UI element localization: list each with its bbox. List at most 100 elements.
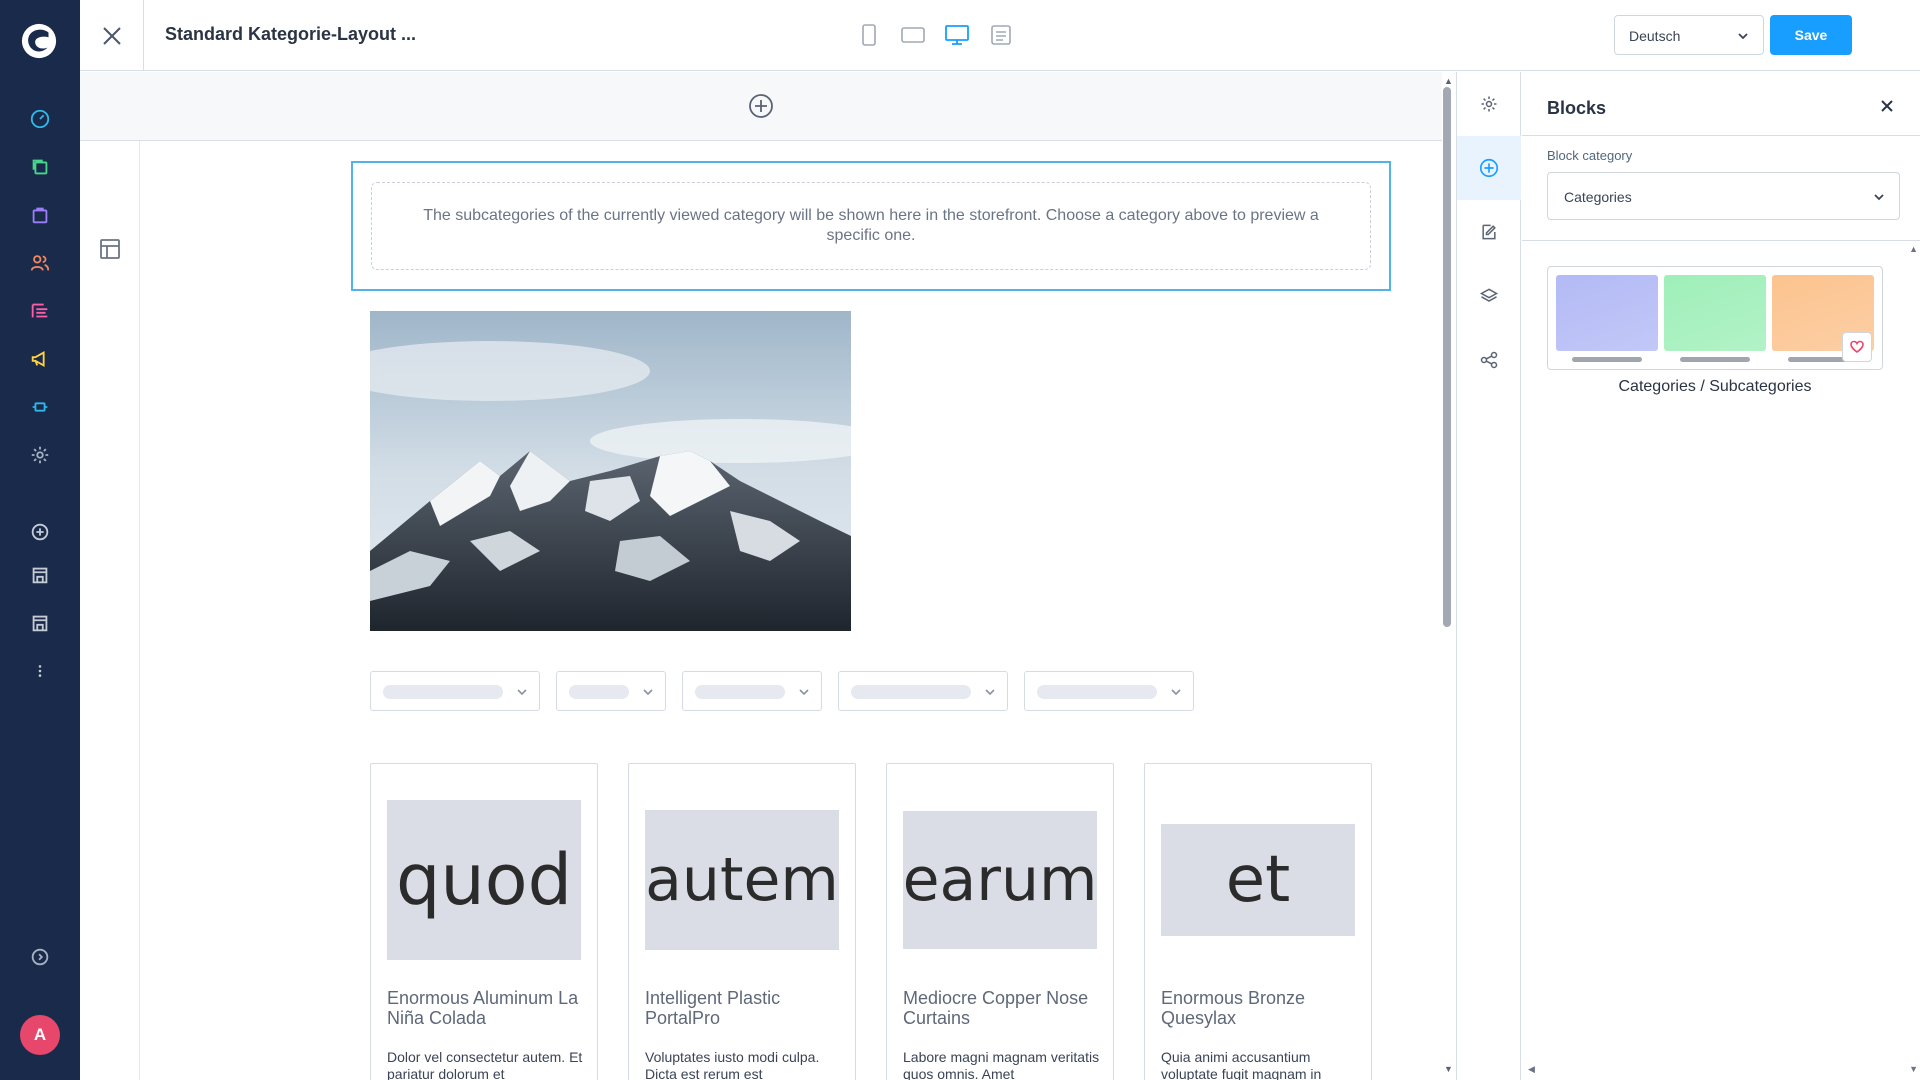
filter-dropdown[interactable] [838, 671, 1008, 711]
assignment-button[interactable] [1457, 328, 1521, 392]
product-description: Labore magni magnam veritatis quos omnis… [903, 1049, 1100, 1080]
storefront-icon[interactable] [27, 562, 53, 588]
orders-icon[interactable] [27, 202, 53, 228]
more-vertical-icon[interactable] [27, 658, 53, 684]
tablet-viewport-button[interactable] [899, 22, 927, 48]
section-gutter [80, 141, 140, 1080]
panel-divider [1522, 240, 1920, 241]
product-description: Dolor vel consectetur autem. Et pariatur… [387, 1049, 583, 1080]
language-value: Deutsch [1629, 28, 1681, 44]
filter-placeholder-bar [695, 685, 785, 699]
save-button[interactable]: Save [1770, 15, 1852, 55]
preview-bar [1572, 357, 1642, 362]
product-name: Enormous Bronze Quesylax [1161, 988, 1306, 1028]
block-name: Categories / Subcategories [1618, 378, 1812, 395]
form-icon [991, 25, 1011, 45]
blocks-panel: Blocks Block category Categories Categor… [1522, 72, 1920, 1080]
edit-icon [1482, 224, 1496, 240]
block-category-value: Categories [1564, 189, 1632, 205]
marketing-icon[interactable] [27, 346, 53, 372]
heart-icon [1850, 340, 1864, 354]
favorite-button[interactable] [1842, 332, 1872, 362]
settings-icon[interactable] [27, 442, 53, 468]
section-settings-icon[interactable] [98, 237, 122, 261]
panel-title: Blocks [1547, 98, 1607, 118]
filter-placeholder-bar [569, 685, 629, 699]
admin-sidebar: A [0, 0, 80, 1080]
block-preview-card[interactable] [1547, 266, 1883, 370]
layers-button[interactable] [1457, 264, 1521, 328]
form-viewport-button[interactable] [987, 22, 1015, 48]
mobile-icon [862, 24, 876, 46]
tablet-icon [901, 27, 925, 43]
chevron-down-icon [643, 689, 653, 696]
share-icon [1480, 351, 1498, 369]
product-description: Quia animi accusantium voluptate fugit m… [1161, 1049, 1322, 1080]
product-card[interactable]: earum Mediocre Copper Nose Curtains Labo… [886, 763, 1114, 1080]
scroll-down-arrow[interactable]: ▼ [1444, 1064, 1453, 1074]
chevron-down-icon [1874, 194, 1884, 201]
preview-bar [1680, 357, 1750, 362]
scroll-up-arrow[interactable]: ▲ [1909, 244, 1918, 254]
product-thumbnail: autem [645, 810, 839, 950]
add-section-bar [80, 72, 1442, 141]
product-name: Intelligent Plastic PortalPro [645, 988, 781, 1028]
scroll-down-arrow[interactable]: ▼ [1909, 1064, 1918, 1074]
headless-icon[interactable] [27, 610, 53, 636]
preview-tile [1556, 275, 1658, 351]
page-title: Standard Kategorie-Layout ... [165, 24, 417, 44]
product-listing: quod Enormous Aluminum La Niña Colada Do… [370, 763, 1372, 1080]
edit-content-button[interactable] [1457, 200, 1521, 264]
add-blocks-button[interactable] [1457, 136, 1521, 200]
shopware-logo-icon[interactable] [20, 22, 58, 60]
close-icon[interactable] [1880, 99, 1894, 113]
extensions-icon[interactable] [27, 394, 53, 420]
top-bar: Standard Kategorie-Layout ... Deutsch Sa… [80, 0, 1920, 71]
product-thumbnail: earum [903, 811, 1097, 949]
product-thumbnail: quod [387, 800, 581, 960]
chevron-down-icon [985, 689, 995, 696]
add-sales-channel-icon[interactable] [27, 519, 53, 545]
subcategories-block[interactable]: The subcategories of the currently viewe… [351, 161, 1391, 291]
block-category-select[interactable]: Categories [1547, 172, 1900, 220]
product-card[interactable]: autem Intelligent Plastic PortalPro Volu… [628, 763, 856, 1080]
chevron-down-icon [799, 689, 809, 696]
preview-tile [1664, 275, 1766, 351]
scroll-thumb[interactable] [1443, 87, 1451, 627]
scroll-left-arrow[interactable]: ◀ [1528, 1064, 1535, 1075]
catalogue-icon[interactable] [27, 154, 53, 180]
gear-icon [1481, 96, 1497, 112]
filter-dropdown[interactable] [370, 671, 540, 711]
mountain-image[interactable] [370, 311, 851, 631]
product-name: Mediocre Copper Nose Curtains [903, 988, 1089, 1028]
filter-row [370, 671, 1194, 711]
mobile-viewport-button[interactable] [855, 22, 883, 48]
dashboard-icon[interactable] [27, 106, 53, 132]
layers-icon [1479, 288, 1499, 302]
subcategories-placeholder: The subcategories of the currently viewe… [371, 182, 1371, 270]
content-icon[interactable] [27, 298, 53, 324]
page-settings-button[interactable] [1457, 72, 1521, 136]
filter-placeholder-bar [851, 685, 971, 699]
product-card[interactable]: quod Enormous Aluminum La Niña Colada Do… [370, 763, 598, 1080]
desktop-viewport-button[interactable] [943, 22, 971, 48]
close-editor-button[interactable] [80, 0, 144, 71]
block-category-label: Block category [1547, 148, 1633, 163]
chevron-down-icon [1738, 33, 1748, 40]
desktop-icon [945, 25, 969, 45]
add-section-icon[interactable] [748, 93, 774, 119]
collapse-sidebar-icon[interactable] [27, 944, 53, 970]
filter-dropdown[interactable] [556, 671, 666, 711]
filter-dropdown[interactable] [1024, 671, 1194, 711]
product-name: Enormous Aluminum La Niña Colada [387, 988, 579, 1028]
product-thumbnail: et [1161, 824, 1355, 936]
chevron-down-icon [1171, 689, 1181, 696]
language-select[interactable]: Deutsch [1614, 15, 1764, 55]
filter-placeholder-bar [1037, 685, 1157, 699]
scroll-up-arrow[interactable]: ▲ [1444, 76, 1453, 86]
customers-icon[interactable] [27, 250, 53, 276]
viewport-switcher [855, 22, 1015, 48]
filter-dropdown[interactable] [682, 671, 822, 711]
user-avatar[interactable]: A [20, 1015, 60, 1055]
product-card[interactable]: et Enormous Bronze Quesylax Quia animi a… [1144, 763, 1372, 1080]
